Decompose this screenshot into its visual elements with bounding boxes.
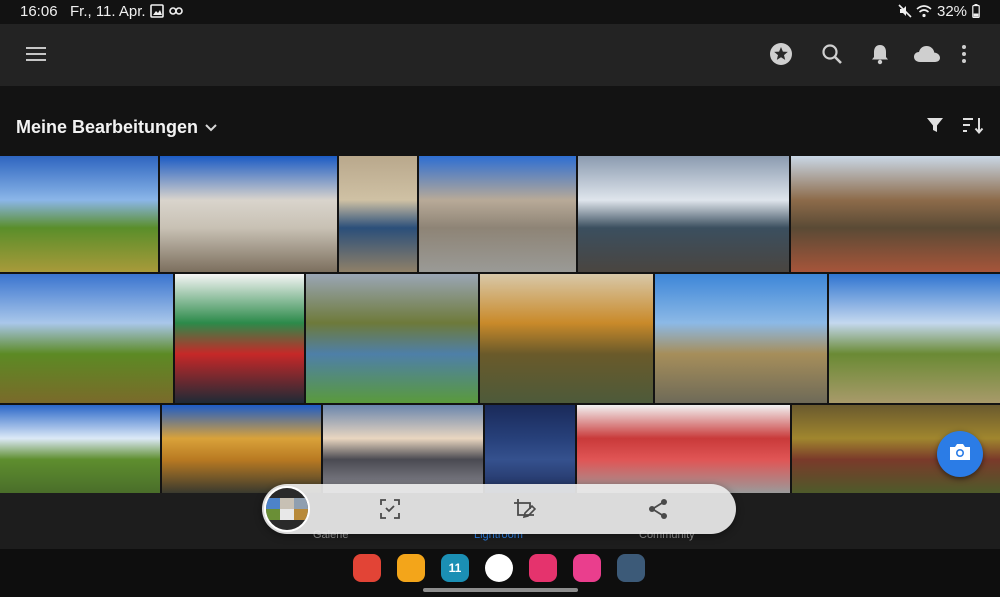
camera-fab[interactable] bbox=[937, 431, 983, 477]
search-icon[interactable] bbox=[819, 41, 845, 67]
share-icon[interactable] bbox=[646, 497, 670, 521]
premium-star-icon[interactable] bbox=[768, 41, 794, 67]
photo-thumbnail[interactable] bbox=[323, 405, 483, 493]
photo-thumbnail[interactable] bbox=[0, 274, 173, 403]
photo-thumbnail[interactable] bbox=[306, 274, 478, 403]
screenshot-toolbar bbox=[262, 484, 736, 534]
app-bar bbox=[0, 24, 1000, 86]
messages-app-icon[interactable] bbox=[485, 554, 513, 582]
photo-grid bbox=[0, 156, 1000, 496]
photo-thumbnail[interactable] bbox=[339, 156, 417, 272]
more-vert-icon[interactable] bbox=[951, 41, 977, 67]
screenshot-preview[interactable] bbox=[264, 486, 310, 532]
mute-icon bbox=[898, 4, 912, 22]
gallery-icon bbox=[150, 4, 164, 22]
edit-crop-icon[interactable] bbox=[512, 497, 537, 521]
battery-icon bbox=[972, 4, 980, 22]
photo-thumbnail[interactable] bbox=[655, 274, 827, 403]
photo-thumbnail[interactable] bbox=[419, 156, 576, 272]
menu-icon[interactable] bbox=[24, 41, 50, 67]
camera-icon bbox=[948, 442, 972, 467]
album-header: Meine Bearbeitungen bbox=[0, 86, 1000, 156]
photo-thumbnail[interactable] bbox=[485, 405, 575, 493]
camera-app-icon[interactable] bbox=[529, 554, 557, 582]
sort-icon[interactable] bbox=[962, 116, 984, 139]
status-time: 16:06 bbox=[20, 3, 58, 20]
album-title[interactable]: Meine Bearbeitungen bbox=[16, 117, 198, 138]
photo-thumbnail[interactable] bbox=[791, 156, 1000, 272]
photo-thumbnail[interactable] bbox=[829, 274, 1000, 403]
photo-thumbnail[interactable] bbox=[578, 156, 789, 272]
calendar-app-icon[interactable]: 11 bbox=[441, 554, 469, 582]
scan-icon[interactable] bbox=[378, 497, 402, 521]
home-indicator[interactable] bbox=[423, 588, 578, 592]
store-app-icon[interactable] bbox=[573, 554, 601, 582]
filter-icon[interactable] bbox=[926, 116, 944, 139]
wifi-icon bbox=[916, 4, 932, 22]
chevron-down-icon[interactable] bbox=[204, 120, 218, 138]
files-app-icon[interactable] bbox=[397, 554, 425, 582]
status-date: Fr., 11. Apr. bbox=[70, 3, 146, 20]
apps-grid-icon[interactable] bbox=[617, 554, 645, 582]
notes-app-icon[interactable] bbox=[353, 554, 381, 582]
photo-thumbnail[interactable] bbox=[162, 405, 321, 493]
cloud-icon[interactable] bbox=[912, 41, 942, 67]
photo-thumbnail[interactable] bbox=[577, 405, 790, 493]
photo-thumbnail[interactable] bbox=[0, 405, 160, 493]
notification-bell-icon[interactable] bbox=[867, 41, 893, 67]
photo-thumbnail[interactable] bbox=[0, 156, 158, 272]
photo-thumbnail[interactable] bbox=[175, 274, 304, 403]
link-icon bbox=[168, 4, 184, 22]
photo-thumbnail[interactable] bbox=[480, 274, 653, 403]
status-bar: 16:06 Fr., 11. Apr. 32% bbox=[0, 0, 1000, 24]
photo-thumbnail[interactable] bbox=[160, 156, 337, 272]
battery-level: 32% bbox=[937, 3, 968, 20]
